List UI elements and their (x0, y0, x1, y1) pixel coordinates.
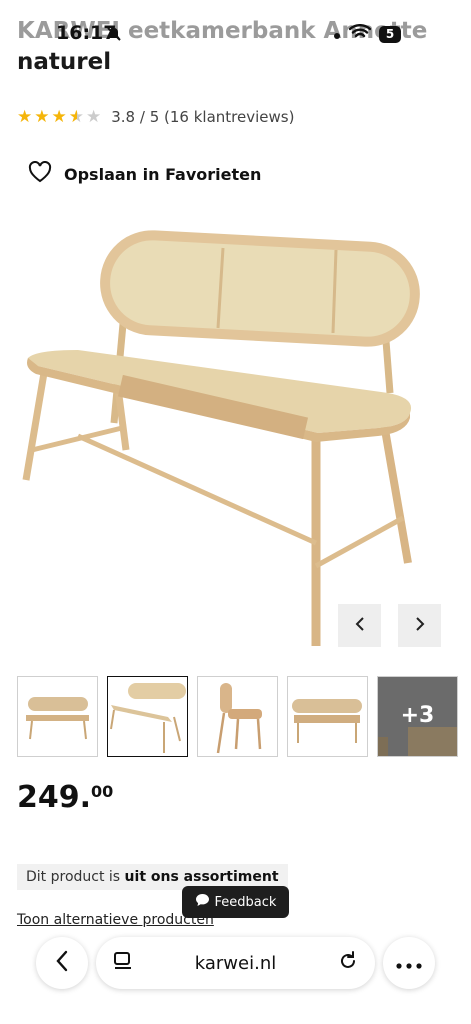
status-indicators: 5 (333, 22, 401, 46)
thumbnail-4[interactable] (287, 676, 368, 757)
star-empty-icon: ★ (86, 107, 102, 127)
wifi-icon (348, 24, 372, 44)
assortment-bold: uit ons assortiment (124, 869, 279, 885)
rating[interactable]: ★ ★ ★ ★ ★ 3.8 / 5 (16 klantreviews) (17, 108, 294, 126)
url-text[interactable]: karwei.nl (195, 953, 276, 974)
previous-image-button[interactable] (338, 604, 381, 647)
thumbnail-2[interactable] (107, 676, 188, 757)
assortment-prefix: Dit product is (26, 869, 125, 885)
signal-icon (333, 25, 341, 44)
star-half-icon: ★ (68, 107, 84, 127)
star-full-icon: ★ (51, 107, 67, 127)
product-price: 249.00 (17, 780, 113, 815)
address-bar[interactable]: karwei.nl (96, 937, 375, 989)
next-image-button[interactable] (398, 604, 441, 647)
mute-bell-icon (106, 26, 122, 46)
chevron-right-icon (414, 616, 426, 636)
price-main: 249. (17, 780, 92, 815)
more-menu-button[interactable] (383, 937, 435, 989)
thumbnail-3[interactable] (197, 676, 278, 757)
thumbnail-strip: +3 (17, 676, 458, 757)
back-button[interactable] (36, 937, 88, 989)
save-favorite-button[interactable]: Opslaan in Favorieten (28, 160, 262, 187)
star-full-icon: ★ (34, 107, 50, 127)
thumbnail-more[interactable]: +3 (377, 676, 458, 757)
favorite-label: Opslaan in Favorieten (64, 164, 262, 184)
chat-bubble-icon (195, 893, 210, 911)
star-full-icon: ★ (17, 107, 33, 127)
rating-text[interactable]: 3.8 / 5 (16 klantreviews) (111, 108, 294, 126)
reload-icon[interactable] (337, 950, 359, 976)
thumbnail-1[interactable] (17, 676, 98, 757)
battery-icon: 5 (379, 25, 401, 43)
heart-icon (28, 160, 52, 187)
tabs-icon[interactable] (112, 950, 134, 976)
feedback-button[interactable]: Feedback (182, 886, 289, 918)
feedback-label: Feedback (214, 894, 277, 910)
product-main-image[interactable] (18, 218, 452, 658)
more-images-count: +3 (400, 703, 435, 728)
price-cents: 00 (91, 782, 114, 801)
chevron-left-icon (354, 616, 366, 636)
product-title-line2: naturel (17, 49, 112, 75)
ellipsis-icon (396, 954, 422, 973)
chevron-left-icon (55, 950, 69, 976)
